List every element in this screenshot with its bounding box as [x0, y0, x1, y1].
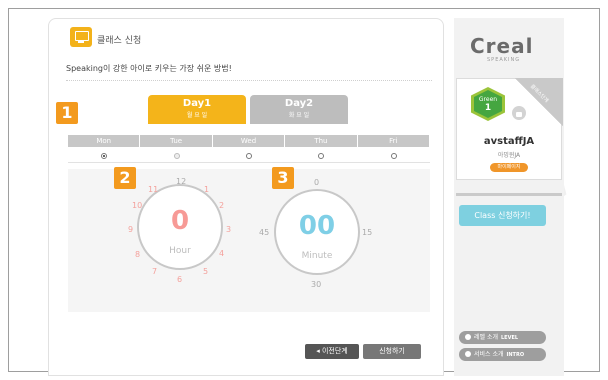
- hour-num-8[interactable]: 8: [135, 250, 140, 259]
- hour-num-9[interactable]: 9: [128, 225, 133, 234]
- tab-day1-sub: 월 요 일: [186, 112, 208, 119]
- minute-value: 00: [298, 211, 336, 241]
- time-picker-area: [68, 169, 430, 312]
- tab-day2-label: Day2: [284, 98, 314, 109]
- user-subname: 아밍윈JA: [497, 152, 521, 159]
- weekday-mon: Mon: [68, 135, 140, 147]
- minute-num-0[interactable]: 0: [314, 178, 319, 187]
- minute-dial[interactable]: 00 Minute: [274, 189, 360, 275]
- hour-dial[interactable]: 0 Hour: [137, 184, 223, 270]
- service-intro-link[interactable]: 서비스 소개 INTRO: [459, 348, 546, 361]
- hour-num-10[interactable]: 10: [132, 201, 142, 210]
- level-intro-link[interactable]: 레벨 소개 LEVEL: [459, 331, 546, 344]
- minute-num-30[interactable]: 30: [311, 280, 321, 289]
- step-badge-1: 1: [56, 102, 78, 124]
- level-word: Green: [478, 96, 498, 103]
- step-badge-2: 2: [114, 167, 136, 189]
- logo-subtitle: SPEAKING: [487, 57, 521, 63]
- service-intro-tag: INTRO: [506, 352, 525, 358]
- step-badge-3: 3: [272, 167, 294, 189]
- tab-day1[interactable]: Day1 월 요 일: [148, 95, 246, 124]
- class-apply-button[interactable]: Class 신청하기!: [459, 205, 546, 226]
- level-intro-label: 레벨 소개: [474, 334, 498, 341]
- weekday-wed: Wed: [212, 135, 285, 147]
- radio-thu[interactable]: [318, 152, 325, 159]
- tab-day2[interactable]: Day2 화 요 일: [250, 95, 348, 124]
- hour-num-11[interactable]: 11: [148, 185, 158, 194]
- prev-step-button[interactable]: ◂ 이전단계: [305, 344, 359, 359]
- weekday-thu: Thu: [285, 135, 357, 147]
- service-intro-label: 서비스 소개: [474, 351, 504, 358]
- weekday-header: Mon Tue Wed Thu Fri: [68, 135, 430, 147]
- hour-unit: Hour: [169, 246, 191, 256]
- weekday-tue: Tue: [140, 135, 212, 147]
- weekday-radios: [68, 149, 430, 163]
- tab-day2-sub: 화 요 일: [288, 112, 310, 119]
- hour-num-7[interactable]: 7: [152, 267, 157, 276]
- page-subtitle: Speaking이 강한 아이로 키우는 가장 쉬운 방법!: [66, 64, 232, 73]
- chat-icon: [465, 351, 471, 357]
- monitor-icon: [70, 27, 92, 47]
- page-title: 클래스 신청: [97, 36, 142, 46]
- hour-num-12[interactable]: 12: [176, 177, 186, 186]
- hour-num-1[interactable]: 1: [204, 185, 209, 194]
- radio-fri[interactable]: [390, 152, 397, 159]
- hour-num-3[interactable]: 3: [226, 225, 231, 234]
- minute-num-15[interactable]: 15: [362, 228, 372, 237]
- tab-day1-label: Day1: [182, 98, 212, 109]
- username: avstaffJA: [483, 136, 535, 147]
- mypage-button[interactable]: 마이페이지: [490, 163, 528, 172]
- chart-icon: [465, 334, 471, 340]
- hour-num-5[interactable]: 5: [203, 267, 208, 276]
- minute-num-45[interactable]: 45: [259, 228, 269, 237]
- hour-value: 0: [170, 206, 190, 236]
- creal-logo[interactable]: Creal: [470, 34, 533, 58]
- lock-icon: [512, 106, 526, 120]
- radio-tue[interactable]: [173, 152, 180, 159]
- weekday-fri: Fri: [357, 135, 430, 147]
- radio-mon[interactable]: [101, 152, 108, 159]
- sidebar: [454, 18, 564, 376]
- hour-num-4[interactable]: 4: [219, 249, 224, 258]
- level-intro-tag: LEVEL: [501, 335, 519, 341]
- minute-unit: Minute: [301, 251, 333, 261]
- hour-num-2[interactable]: 2: [219, 201, 224, 210]
- hour-num-6[interactable]: 6: [177, 275, 182, 284]
- level-number: 1: [484, 103, 492, 113]
- apply-button[interactable]: 신청하기: [363, 344, 421, 359]
- ribbon-label: 클래스단계: [528, 83, 550, 105]
- radio-wed[interactable]: [246, 152, 253, 159]
- sidebar-divider: [456, 193, 562, 196]
- divider: [66, 80, 432, 81]
